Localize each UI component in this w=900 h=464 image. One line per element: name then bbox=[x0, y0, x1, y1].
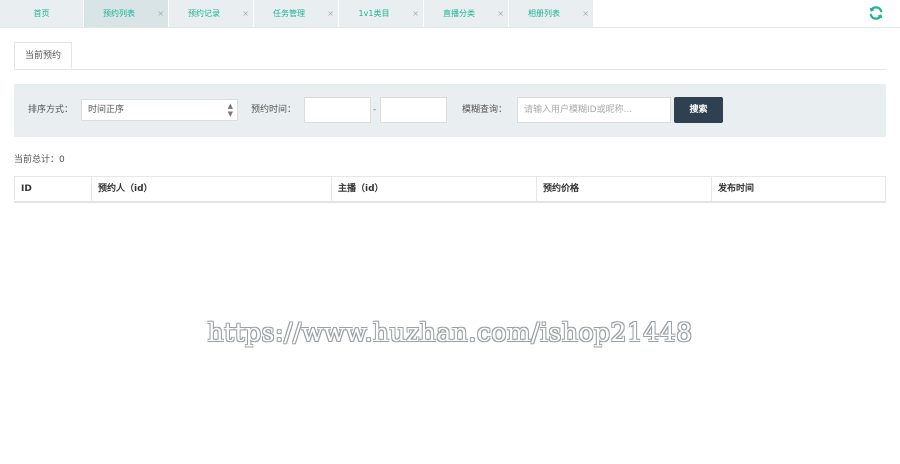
reservations-table: ID 预约人（id） 主播（id） 预约价格 发布时间 bbox=[14, 176, 886, 203]
sort-label: 排序方式： bbox=[28, 105, 74, 115]
tab-label: 首页 bbox=[33, 9, 50, 18]
tab-reservation-list[interactable]: 预约列表 × bbox=[84, 0, 169, 27]
total-count: 当前总计：0 bbox=[14, 155, 65, 165]
tab-label: 预约记录 bbox=[188, 9, 220, 18]
column-header-booker: 预约人（id） bbox=[92, 177, 332, 202]
sort-select[interactable]: 时间正序 ▲ ▼ bbox=[81, 99, 238, 121]
close-icon[interactable]: × bbox=[582, 0, 589, 27]
close-icon[interactable]: × bbox=[157, 0, 164, 27]
close-icon[interactable]: × bbox=[497, 0, 504, 27]
refresh-icon[interactable] bbox=[868, 5, 884, 21]
sort-select-value: 时间正序 bbox=[88, 105, 125, 115]
tab-label: 预约列表 bbox=[103, 9, 135, 18]
filter-panel: 排序方式： 时间正序 ▲ ▼ 预约时间： - 模糊查询： 请输入用户模糊ID或昵称… bbox=[14, 84, 886, 137]
content-tabs: 当前预约 bbox=[14, 42, 886, 70]
tab-label: 任务管理 bbox=[273, 9, 305, 18]
time-label: 预约时间： bbox=[251, 105, 297, 115]
tab-reservation-records[interactable]: 预约记录 × bbox=[169, 0, 254, 27]
fuzzy-search-input[interactable]: 请输入用户模糊ID或昵称... bbox=[517, 97, 671, 123]
tab-label: 相册列表 bbox=[528, 9, 560, 18]
close-icon[interactable]: × bbox=[242, 0, 249, 27]
column-header-publish-time: 发布时间 bbox=[718, 184, 755, 194]
tab-current-reservations[interactable]: 当前预约 bbox=[14, 42, 72, 69]
column-header-anchor: 主播（id） bbox=[332, 177, 537, 202]
sort-arrows-icon: ▲ ▼ bbox=[227, 102, 233, 118]
watermark: https://www.huzhan.com/ishop21448 bbox=[207, 318, 693, 347]
top-tab-bar: 首页 预约列表 × 预约记录 × 任务管理 × 1v1类目 × 直播分类 × 相… bbox=[0, 0, 900, 28]
fuzzy-search-label: 模糊查询： bbox=[462, 105, 508, 115]
tab-label: 直播分类 bbox=[443, 9, 475, 18]
tab-home[interactable]: 首页 bbox=[0, 0, 84, 27]
tab-task-management[interactable]: 任务管理 × bbox=[254, 0, 339, 27]
tab-1v1-category[interactable]: 1v1类目 × bbox=[339, 0, 424, 27]
start-time-input[interactable] bbox=[304, 97, 371, 123]
tab-live-category[interactable]: 直播分类 × bbox=[424, 0, 509, 27]
close-icon[interactable]: × bbox=[327, 0, 334, 27]
close-icon[interactable]: × bbox=[412, 0, 419, 27]
tab-album-list[interactable]: 相册列表 × bbox=[509, 0, 594, 27]
time-separator: - bbox=[373, 105, 377, 115]
end-time-input[interactable] bbox=[380, 97, 447, 123]
tab-label: 1v1类目 bbox=[358, 9, 390, 18]
search-button[interactable]: 搜索 bbox=[674, 97, 723, 123]
column-header-price: 预约价格 bbox=[537, 177, 712, 202]
column-header-id: ID bbox=[15, 177, 92, 202]
